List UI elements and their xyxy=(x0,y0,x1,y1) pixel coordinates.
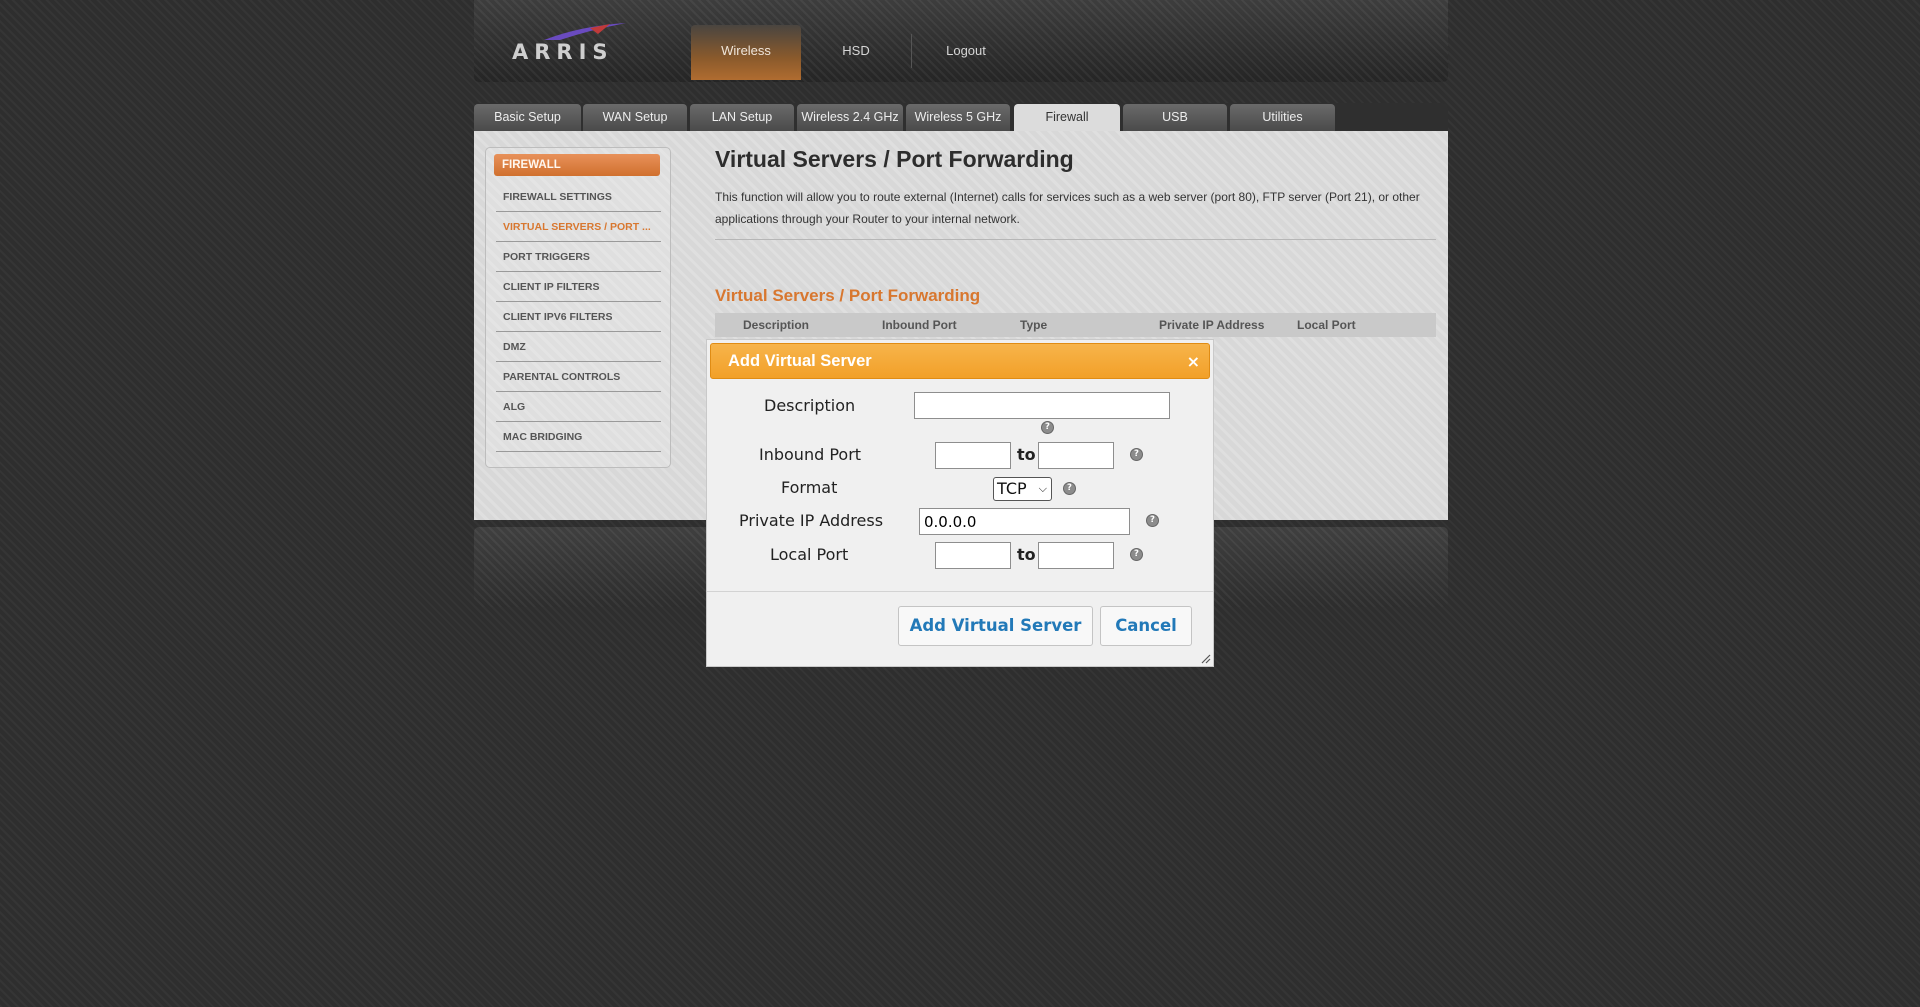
sidebar-item-parental-controls[interactable]: PARENTAL CONTROLS xyxy=(496,363,661,392)
close-icon[interactable]: × xyxy=(1187,352,1200,371)
private-ip-input[interactable] xyxy=(919,508,1130,535)
inbound-port-label: Inbound Port xyxy=(759,445,862,464)
local-port-help-icon[interactable]: ? xyxy=(1131,549,1142,560)
column-header-private-ip: Private IP Address xyxy=(1159,318,1265,332)
sidebar-item-virtual-servers[interactable]: VIRTUAL SERVERS / PORT ... xyxy=(496,213,661,242)
tab-basic-setup[interactable]: Basic Setup xyxy=(474,104,581,131)
dialog-titlebar[interactable]: Add Virtual Server × xyxy=(710,343,1210,379)
table-header: Description Inbound Port Type Private IP… xyxy=(715,313,1436,337)
tab-usb[interactable]: USB xyxy=(1123,104,1227,131)
tab-wireless-5[interactable]: Wireless 5 GHz xyxy=(906,104,1010,131)
nav-hsd[interactable]: HSD xyxy=(801,25,911,80)
tab-utilities[interactable]: Utilities xyxy=(1230,104,1335,131)
tab-wan-setup[interactable]: WAN Setup xyxy=(583,104,687,131)
content-divider xyxy=(715,239,1436,240)
add-virtual-server-button[interactable]: Add Virtual Server xyxy=(898,606,1093,646)
private-ip-help-icon[interactable]: ? xyxy=(1147,515,1158,526)
format-select-value: TCP xyxy=(997,479,1027,498)
inbound-port-to-label: to xyxy=(1017,445,1036,464)
column-header-description: Description xyxy=(743,318,810,332)
inbound-port-from-input[interactable] xyxy=(935,442,1011,469)
top-header: ARRIS Wireless HSD Logout xyxy=(474,0,1448,82)
private-ip-label: Private IP Address xyxy=(739,511,884,530)
nav-wireless[interactable]: Wireless xyxy=(691,25,801,80)
inbound-port-to-input[interactable] xyxy=(1038,442,1114,469)
nav-logout[interactable]: Logout xyxy=(911,25,1021,80)
description-help-icon[interactable]: ? xyxy=(1042,422,1053,433)
dialog-divider xyxy=(707,591,1213,592)
column-header-type: Type xyxy=(1020,318,1048,332)
tab-wireless-24[interactable]: Wireless 2.4 GHz xyxy=(797,104,903,131)
add-virtual-server-dialog: Add Virtual Server × Description ? Inbou… xyxy=(706,339,1214,667)
section-title: Virtual Servers / Port Forwarding xyxy=(715,286,981,305)
column-header-local-port: Local Port xyxy=(1297,318,1356,332)
inbound-port-help-icon[interactable]: ? xyxy=(1131,449,1142,460)
sidebar-item-mac-bridging[interactable]: MAC BRIDGING xyxy=(496,423,661,452)
sidebar-item-client-ipv6-filters[interactable]: CLIENT IPV6 FILTERS xyxy=(496,303,661,332)
resize-grip-icon[interactable] xyxy=(1199,652,1211,664)
cancel-button[interactable]: Cancel xyxy=(1100,606,1192,646)
sidebar-item-dmz[interactable]: DMZ xyxy=(496,333,661,362)
logo-text: ARRIS xyxy=(512,40,614,64)
sidebar-item-firewall-settings[interactable]: FIREWALL SETTINGS xyxy=(496,183,661,212)
local-port-to-input[interactable] xyxy=(1038,542,1114,569)
page-title: Virtual Servers / Port Forwarding xyxy=(715,146,1074,172)
sidebar-item-alg[interactable]: ALG xyxy=(496,393,661,422)
sidebar-header: FIREWALL xyxy=(494,154,660,176)
local-port-to-label: to xyxy=(1017,545,1036,564)
tab-lan-setup[interactable]: LAN Setup xyxy=(690,104,794,131)
description-input[interactable] xyxy=(914,392,1170,419)
format-select[interactable]: TCP ⌵ xyxy=(993,477,1052,501)
arris-logo: ARRIS xyxy=(512,22,632,66)
sidebar-item-port-triggers[interactable]: PORT TRIGGERS xyxy=(496,243,661,272)
sidebar-item-client-ip-filters[interactable]: CLIENT IP FILTERS xyxy=(496,273,661,302)
chevron-down-icon: ⌵ xyxy=(1038,482,1047,495)
page-description: This function will allow you to route ex… xyxy=(715,190,1420,226)
description-label: Description xyxy=(764,396,856,415)
format-label: Format xyxy=(781,478,838,497)
format-help-icon[interactable]: ? xyxy=(1064,483,1075,494)
column-header-inbound-port: Inbound Port xyxy=(882,318,957,332)
dialog-title: Add Virtual Server xyxy=(728,352,872,370)
tab-firewall[interactable]: Firewall xyxy=(1014,104,1120,132)
local-port-label: Local Port xyxy=(770,545,849,564)
local-port-from-input[interactable] xyxy=(935,542,1011,569)
